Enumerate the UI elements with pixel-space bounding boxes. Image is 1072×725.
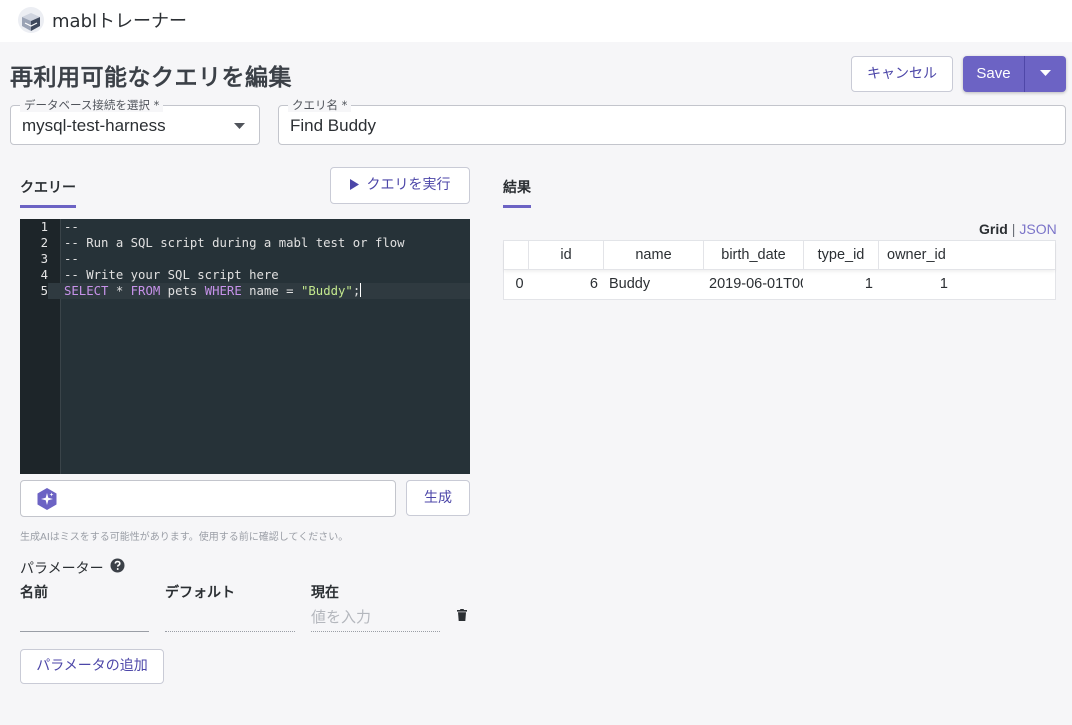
cell-type-id: 1	[864, 276, 873, 292]
parameters-title: パラメーター	[20, 561, 104, 577]
cell-id: 6	[589, 276, 598, 292]
chevron-down-icon	[234, 123, 245, 129]
table-row: 0 6 Buddy 2019-06-01T00 1 1	[504, 270, 1055, 299]
tab-results[interactable]: 結果	[503, 177, 531, 197]
mabl-logo-icon	[18, 7, 44, 33]
col-header-birth-date[interactable]: birth_date	[704, 241, 803, 270]
save-button[interactable]: Save	[963, 56, 1025, 92]
text-cursor	[360, 283, 362, 297]
param-col-current: 現在	[311, 585, 339, 601]
grid-header: id name birth_date type_id owner_id	[504, 241, 1055, 270]
param-col-default: デフォルト	[165, 585, 235, 601]
help-icon[interactable]	[110, 558, 125, 573]
app-title: mablトレーナー	[52, 11, 187, 32]
cell-owner-id: 1	[939, 276, 948, 292]
param-name-input[interactable]	[20, 602, 149, 632]
sql-editor[interactable]: 1 -- 2 -- Run a SQL script during a mabl…	[20, 219, 470, 474]
page-title: 再利用可能なクエリを編集	[10, 65, 292, 91]
tab-query[interactable]: クエリー	[20, 177, 76, 197]
run-query-label: クエリを実行	[366, 177, 451, 193]
param-col-name: 名前	[20, 585, 48, 601]
line-number: 5	[20, 283, 48, 299]
tab-query-indicator	[20, 205, 76, 208]
db-connection-label: データベース接続を選択 *	[20, 98, 164, 112]
code-text: --	[64, 220, 79, 234]
line-number: 2	[40, 236, 48, 250]
sql-token: pets	[167, 284, 198, 298]
sql-token: =	[286, 284, 294, 298]
query-name-value: Find Buddy	[290, 116, 376, 135]
top-bar: mablトレーナー	[0, 0, 1072, 42]
add-parameter-button[interactable]: パラメータの追加	[20, 649, 164, 684]
sql-token: ;	[352, 284, 361, 298]
query-name-label: クエリ名 *	[288, 98, 352, 112]
view-separator: |	[1011, 221, 1016, 237]
code-text: -- Run a SQL script during a mabl test o…	[64, 236, 405, 250]
ai-prompt-input[interactable]	[20, 480, 396, 517]
line-number: 3	[40, 252, 48, 266]
col-header-type-id[interactable]: type_id	[804, 241, 878, 270]
results-view-toggle: Grid | JSON	[979, 221, 1057, 237]
sql-keyword: FROM	[130, 284, 161, 298]
cell-name: Buddy	[609, 276, 651, 292]
ai-disclaimer: 生成AIはミスをする可能性があります。使用する前に確認してください。	[20, 532, 349, 543]
ai-sparkle-icon	[37, 488, 57, 510]
code-line: 3 --	[20, 251, 470, 267]
chevron-down-icon	[1040, 70, 1051, 76]
query-name-field[interactable]: クエリ名 * Find Buddy	[278, 98, 1066, 145]
col-header-id[interactable]: id	[529, 241, 603, 270]
play-icon	[349, 179, 359, 190]
col-header-index	[504, 241, 528, 270]
code-text: SELECT * FROM pets WHERE name = "Buddy";	[64, 283, 362, 299]
code-line: 2 -- Run a SQL script during a mabl test…	[20, 235, 470, 251]
db-connection-value: mysql-test-harness	[22, 116, 166, 135]
save-button-group: Save	[963, 56, 1066, 92]
param-current-placeholder: 値を入力	[311, 608, 372, 626]
code-text: --	[64, 252, 79, 266]
run-query-button[interactable]: クエリを実行	[330, 167, 470, 204]
sql-keyword: SELECT	[64, 284, 109, 298]
param-default-input[interactable]	[165, 602, 295, 632]
save-options-dropdown[interactable]	[1026, 56, 1066, 92]
view-json-option[interactable]: JSON	[1019, 221, 1056, 237]
cell-birth-date: 2019-06-01T00	[709, 276, 803, 292]
code-line-active: 5 SELECT * FROM pets WHERE name = "Buddy…	[20, 283, 470, 299]
generate-button[interactable]: 生成	[406, 480, 470, 516]
sql-token: name	[249, 284, 279, 298]
cancel-button[interactable]: キャンセル	[851, 56, 953, 92]
code-line: 4 -- Write your SQL script here	[20, 267, 470, 283]
line-number: 1	[40, 220, 48, 234]
param-current-input[interactable]: 値を入力	[311, 602, 440, 632]
col-header-owner-id[interactable]: owner_id	[887, 241, 977, 270]
trash-icon[interactable]	[457, 609, 467, 621]
line-number: 4	[40, 268, 48, 282]
col-header-name[interactable]: name	[604, 241, 703, 270]
code-text: -- Write your SQL script here	[64, 268, 279, 282]
results-grid: id name birth_date type_id owner_id 0 6 …	[503, 240, 1056, 300]
db-connection-select[interactable]: データベース接続を選択 * mysql-test-harness	[10, 98, 260, 145]
view-grid-option[interactable]: Grid	[979, 221, 1008, 237]
code-line: 1 --	[20, 219, 470, 235]
tab-results-indicator	[503, 205, 531, 208]
sql-keyword: WHERE	[204, 284, 242, 298]
col-divider	[878, 241, 879, 270]
sql-string: "Buddy"	[300, 284, 353, 298]
